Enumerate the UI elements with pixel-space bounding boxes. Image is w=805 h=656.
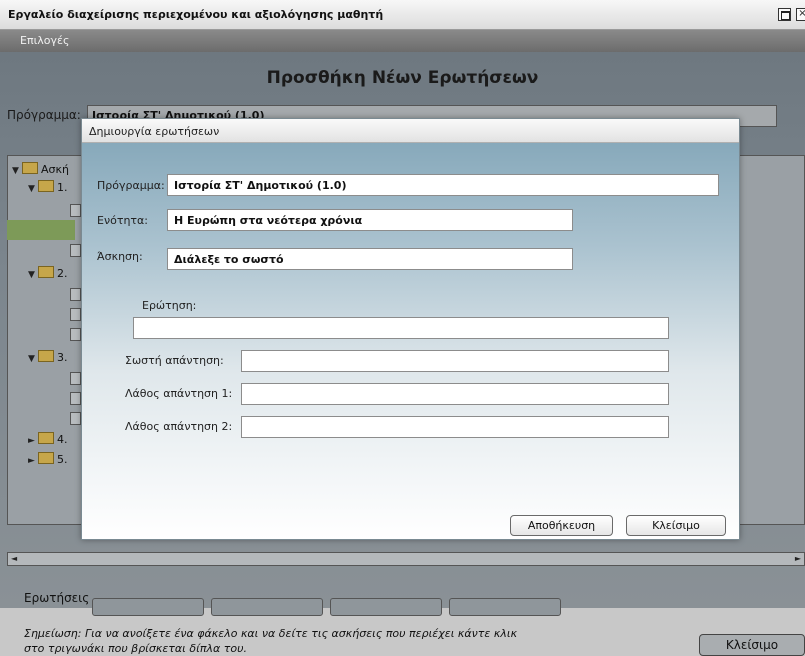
selected-row-highlight xyxy=(7,220,75,240)
expand-triangle-icon[interactable]: ▼ xyxy=(28,184,38,194)
tree-item-label: 3. xyxy=(57,351,68,364)
tree-leaf[interactable] xyxy=(70,308,81,324)
program-field[interactable]: Ιστορία ΣΤ' Δημοτικού (1.0) xyxy=(167,174,719,196)
questions-action-button[interactable] xyxy=(330,598,442,616)
collapse-triangle-icon[interactable]: ► xyxy=(28,456,38,466)
tree-item-label: 2. xyxy=(57,267,68,280)
folder-icon xyxy=(38,180,54,192)
document-icon xyxy=(70,204,81,217)
tree-item-label: 4. xyxy=(57,433,68,446)
tree-item[interactable]: ▼ 1. xyxy=(28,180,68,196)
exercise-label: Άσκηση: xyxy=(97,250,143,263)
tree-item[interactable]: ▼ 3. xyxy=(28,350,68,366)
folder-icon xyxy=(22,162,38,174)
document-icon xyxy=(70,372,81,385)
window-title: Εργαλείο διαχείρισης περιεχομένου και αξ… xyxy=(8,8,384,21)
page-title: Προσθήκη Νέων Ερωτήσεων xyxy=(266,68,539,88)
window-titlebar: Εργαλείο διαχείρισης περιεχομένου και αξ… xyxy=(0,0,805,30)
close-icon: × xyxy=(798,8,805,19)
correct-answer-label: Σωστή απάντηση: xyxy=(125,354,224,367)
tree-leaf[interactable] xyxy=(70,372,81,388)
help-note-line: Σημείωση: Για να ανοίξετε ένα φάκελο και… xyxy=(24,627,518,640)
document-icon xyxy=(70,412,81,425)
save-button[interactable]: Αποθήκευση xyxy=(510,515,613,536)
tree-root-label: Ασκή xyxy=(41,163,69,176)
folder-icon xyxy=(38,350,54,362)
wrong-answer-1-input[interactable] xyxy=(241,383,669,405)
create-questions-dialog: Δημιουργία ερωτήσεων Πρόγραμμα: Ιστορία … xyxy=(81,118,740,540)
wrong-answer-2-label: Λάθος απάντηση 2: xyxy=(125,420,233,433)
questions-action-button[interactable] xyxy=(449,598,561,616)
tree-item[interactable]: ► 5. xyxy=(28,452,68,468)
close-window-button[interactable]: × xyxy=(796,8,805,21)
menu-options[interactable]: Επιλογές xyxy=(20,34,69,47)
question-input[interactable] xyxy=(133,317,669,339)
main-close-button[interactable]: Κλείσιμο xyxy=(699,634,805,656)
horizontal-scrollbar[interactable]: ◄ ► xyxy=(7,552,805,566)
maximize-button[interactable] xyxy=(778,8,791,21)
expand-triangle-icon[interactable]: ▼ xyxy=(28,354,38,364)
tree-leaf[interactable] xyxy=(70,392,81,408)
questions-action-button[interactable] xyxy=(211,598,323,616)
tree-item[interactable]: ► 4. xyxy=(28,432,68,448)
tree-item[interactable]: ▼ 2. xyxy=(28,266,68,282)
questions-label: Ερωτήσεις xyxy=(24,591,90,605)
tree-leaf[interactable] xyxy=(70,204,81,220)
unit-label: Ενότητα: xyxy=(97,214,148,227)
tree-leaf[interactable] xyxy=(70,244,81,260)
folder-icon xyxy=(38,266,54,278)
menubar: Επιλογές xyxy=(0,30,805,52)
help-note-line: στο τριγωνάκι που βρίσκεται δίπλα του. xyxy=(24,642,247,655)
exercise-field[interactable]: Διάλεξε το σωστό xyxy=(167,248,573,270)
tree-leaf[interactable] xyxy=(70,412,81,428)
document-icon xyxy=(70,392,81,405)
dialog-titlebar: Δημιουργία ερωτήσεων xyxy=(82,119,739,143)
program-label: Πρόγραμμα: xyxy=(7,108,81,122)
tree-leaf[interactable] xyxy=(70,288,81,304)
collapse-triangle-icon[interactable]: ► xyxy=(28,436,38,446)
maximize-icon xyxy=(781,11,790,20)
tree-item-label: 1. xyxy=(57,181,68,194)
unit-field[interactable]: Η Ευρώπη στα νεότερα χρόνια xyxy=(167,209,573,231)
document-icon xyxy=(70,308,81,321)
document-icon xyxy=(70,288,81,301)
folder-icon xyxy=(38,432,54,444)
scroll-left-icon[interactable]: ◄ xyxy=(11,554,17,563)
close-dialog-button[interactable]: Κλείσιμο xyxy=(626,515,726,536)
document-icon xyxy=(70,328,81,341)
expand-triangle-icon[interactable]: ▼ xyxy=(28,270,38,280)
wrong-answer-1-label: Λάθος απάντηση 1: xyxy=(125,387,233,400)
program-label: Πρόγραμμα: xyxy=(97,179,165,192)
tree-root[interactable]: ▼ Ασκή xyxy=(12,162,69,178)
wrong-answer-2-input[interactable] xyxy=(241,416,669,438)
tree-leaf[interactable] xyxy=(70,328,81,344)
folder-icon xyxy=(38,452,54,464)
tree-item-label: 5. xyxy=(57,453,68,466)
document-icon xyxy=(70,244,81,257)
questions-action-button[interactable] xyxy=(92,598,204,616)
help-note: Σημείωση: Για να ανοίξετε ένα φάκελο και… xyxy=(24,626,544,656)
correct-answer-input[interactable] xyxy=(241,350,669,372)
scroll-right-icon[interactable]: ► xyxy=(795,554,801,563)
question-label: Ερώτηση: xyxy=(142,299,197,312)
dialog-title: Δημιουργία ερωτήσεων xyxy=(89,125,220,138)
expand-triangle-icon[interactable]: ▼ xyxy=(12,166,22,176)
